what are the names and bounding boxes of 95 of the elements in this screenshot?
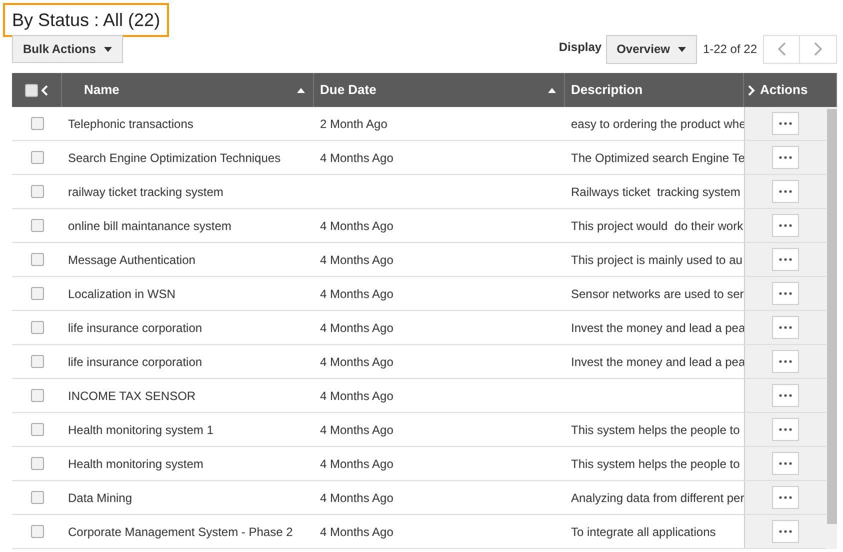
- column-header[interactable]: Description: [571, 80, 643, 100]
- more-actions-button[interactable]: [772, 486, 799, 509]
- chevron-right-icon: [814, 42, 822, 56]
- previous-page-button[interactable]: [763, 34, 800, 64]
- table-cell-text: 4 Months Ago: [320, 524, 394, 540]
- more-actions-button[interactable]: [772, 248, 799, 271]
- more-actions-button[interactable]: [772, 452, 799, 475]
- scrollbar[interactable]: [826, 107, 837, 549]
- table-cell-text: INCOME TAX SENSOR: [68, 388, 196, 404]
- caret-icon: [678, 46, 686, 52]
- checkbox[interactable]: [30, 389, 44, 402]
- table-cell-text: Corporate Management System - Phase 2: [68, 524, 293, 540]
- more-icon: [779, 224, 792, 227]
- more-icon: [779, 156, 792, 159]
- more-icon: [779, 122, 792, 125]
- table-cell-text: 4 Months Ago: [320, 456, 394, 472]
- table-cell-text: This project would do their work: [571, 218, 744, 234]
- table-cell-text: Railways ticket tracking system: [571, 184, 740, 200]
- checkbox[interactable]: [30, 423, 44, 436]
- table-cell-text: 4 Months Ago: [320, 218, 394, 234]
- more-icon: [779, 258, 792, 261]
- more-actions-button[interactable]: [772, 282, 799, 305]
- table-cell-text: Localization in WSN: [68, 286, 176, 302]
- table-cell-text: online bill maintanance system: [68, 218, 232, 234]
- table-cell-text: 4 Months Ago: [320, 490, 394, 506]
- checkbox[interactable]: [30, 253, 44, 266]
- more-icon: [779, 530, 792, 533]
- more-icon: [779, 394, 792, 397]
- column-header[interactable]: Actions: [760, 80, 808, 100]
- more-actions-button[interactable]: [772, 214, 799, 237]
- checkbox[interactable]: [30, 287, 44, 300]
- table-cell-text: 4 Months Ago: [320, 388, 394, 404]
- checkbox[interactable]: [30, 525, 44, 538]
- page-range: 1-22 of 22: [702, 41, 757, 58]
- chevron-left-icon: [778, 42, 786, 56]
- more-icon: [779, 292, 792, 295]
- table-cell-text: 4 Months Ago: [320, 422, 394, 438]
- table-cell-text: Invest the money and lead a pea: [571, 320, 746, 336]
- display-label: Display: [558, 39, 602, 56]
- checkbox[interactable]: [30, 457, 44, 470]
- table-cell-text: railway ticket tracking system: [68, 184, 224, 200]
- table-cell-text: This system helps the people to: [571, 422, 740, 438]
- table-cell-text: To integrate all applications: [571, 524, 716, 540]
- more-actions-button[interactable]: [772, 146, 799, 169]
- checkbox[interactable]: [30, 491, 44, 504]
- more-icon: [779, 360, 792, 363]
- sort-ascending-icon[interactable]: [548, 88, 556, 92]
- table-cell-text: Analyzing data from different per: [571, 490, 744, 506]
- more-icon: [779, 190, 792, 193]
- more-actions-button[interactable]: [772, 520, 799, 543]
- checkbox[interactable]: [30, 321, 44, 334]
- chevron-left-icon[interactable]: [41, 84, 48, 96]
- table-cell-text: 4 Months Ago: [320, 252, 394, 268]
- more-icon: [779, 496, 792, 499]
- table-cell-text: life insurance corporation: [68, 354, 202, 370]
- chevron-right-icon[interactable]: [748, 84, 755, 96]
- table-cell-text: Health monitoring system: [68, 456, 204, 472]
- checkbox[interactable]: [30, 151, 44, 164]
- more-actions-button[interactable]: [772, 384, 799, 407]
- more-icon: [779, 462, 792, 465]
- table-cell-text: Data Mining: [68, 490, 132, 506]
- more-actions-button[interactable]: [772, 350, 799, 373]
- column-header[interactable]: Due Date: [320, 80, 376, 100]
- table-cell-text: Telephonic transactions: [68, 116, 194, 132]
- more-actions-button[interactable]: [772, 316, 799, 339]
- table-cell-text: 4 Months Ago: [320, 320, 394, 336]
- table-cell-text: Sensor networks are used to ser: [571, 286, 744, 302]
- checkbox[interactable]: [30, 219, 44, 232]
- table-cell-text: 4 Months Ago: [320, 354, 394, 370]
- more-actions-button[interactable]: [772, 418, 799, 441]
- more-actions-button[interactable]: [772, 112, 799, 135]
- table-cell-text: 4 Months Ago: [320, 286, 394, 302]
- caret-icon: [104, 46, 112, 52]
- table-cell-text: 2 Month Ago: [320, 116, 388, 132]
- more-icon: [779, 326, 792, 329]
- table-cell-text: Message Authentication: [68, 252, 196, 268]
- table-cell-text: Health monitoring system 1: [68, 422, 214, 438]
- table-cell-text: The Optimized search Engine Te: [571, 150, 745, 166]
- next-page-button[interactable]: [800, 34, 837, 64]
- more-actions-button[interactable]: [772, 180, 799, 203]
- table-cell-text: life insurance corporation: [68, 320, 202, 336]
- checkbox[interactable]: [25, 84, 38, 96]
- checkbox[interactable]: [30, 117, 44, 130]
- checkbox[interactable]: [30, 185, 44, 198]
- column-header[interactable]: Name: [84, 80, 120, 100]
- table-cell-text: 4 Months Ago: [320, 150, 394, 166]
- display-dropdown[interactable]: Overview: [606, 34, 697, 64]
- table-cell-text: Search Engine Optimization Techniques: [68, 150, 281, 166]
- table-cell-text: This project is mainly used to au: [571, 252, 742, 268]
- bulk-actions-button[interactable]: Bulk Actions: [12, 35, 123, 63]
- sort-ascending-icon[interactable]: [297, 88, 305, 92]
- table-cell-text: This system helps the people to: [571, 456, 740, 472]
- checkbox[interactable]: [30, 355, 44, 368]
- more-icon: [779, 428, 792, 431]
- table-cell-text: Invest the money and lead a pea: [571, 354, 746, 370]
